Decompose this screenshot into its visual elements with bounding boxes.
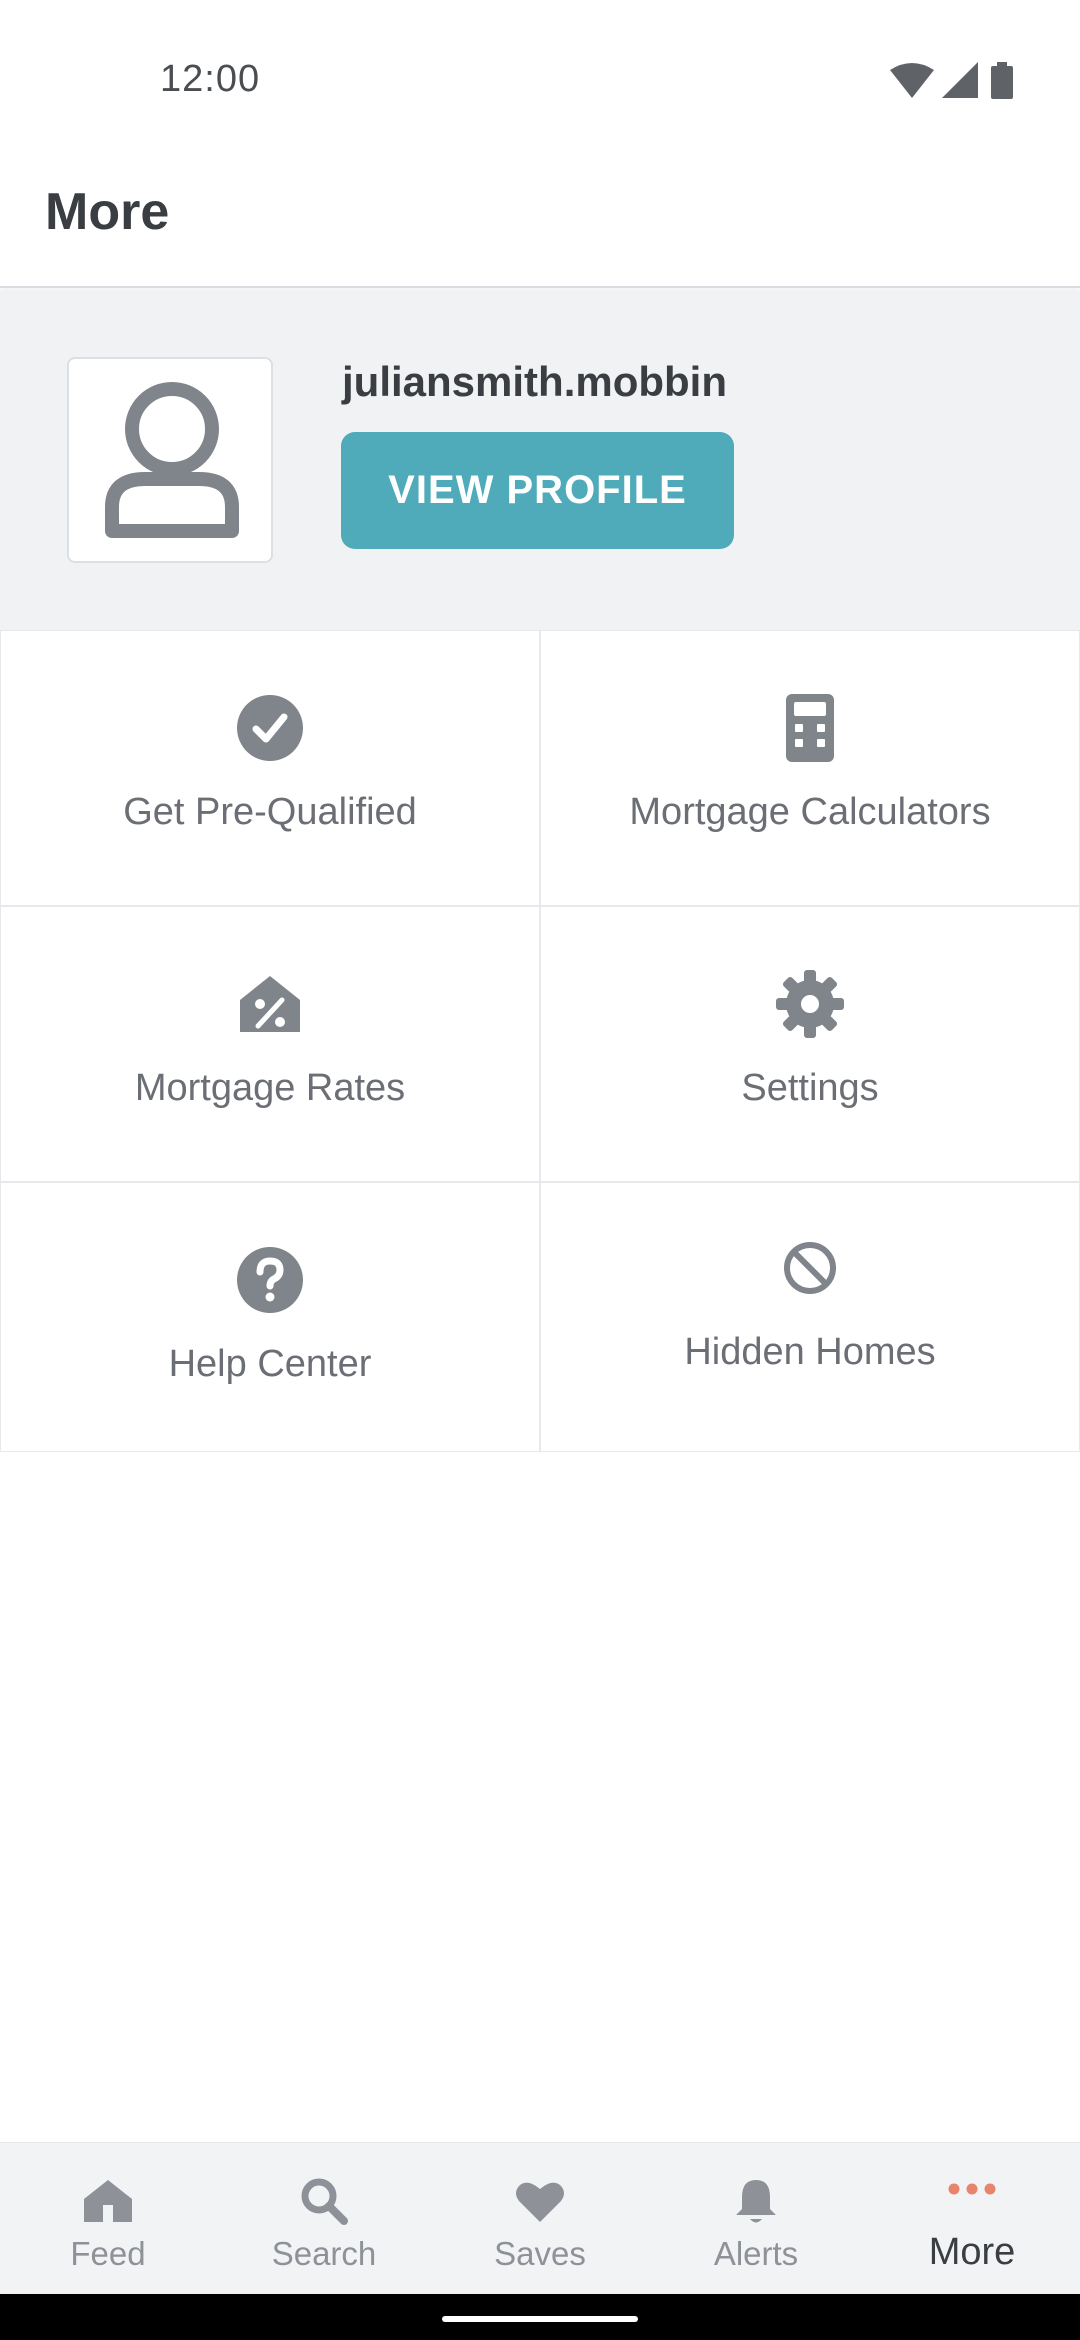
cellular-signal-icon bbox=[942, 62, 978, 105]
page-title: More bbox=[45, 183, 170, 241]
status-time: 12:00 bbox=[160, 58, 261, 100]
more-dots-icon bbox=[947, 2182, 997, 2201]
question-circle-icon bbox=[236, 1246, 304, 1319]
profile-section: juliansmith.mobbin VIEW PROFILE bbox=[0, 290, 1080, 630]
calculator-icon bbox=[786, 693, 834, 767]
app-bar: More bbox=[0, 168, 1080, 288]
heart-icon bbox=[515, 2179, 565, 2228]
status-icons bbox=[890, 62, 1030, 102]
nav-label: Feed bbox=[70, 2235, 146, 2272]
menu-item-label: Mortgage Calculators bbox=[629, 791, 991, 833]
nav-label: Alerts bbox=[713, 2235, 799, 2272]
menu-item-label: Mortgage Rates bbox=[134, 1067, 406, 1109]
menu-item-help-center[interactable]: Help Center bbox=[0, 1182, 540, 1452]
wifi-icon bbox=[890, 62, 934, 105]
system-nav-bar bbox=[0, 2294, 1080, 2340]
nav-item-feed[interactable]: Feed bbox=[0, 2143, 216, 2295]
check-circle-icon bbox=[236, 694, 304, 767]
bell-icon bbox=[734, 2177, 778, 2230]
menu-item-mortgage-calculators[interactable]: Mortgage Calculators bbox=[540, 630, 1080, 906]
username: juliansmith.mobbin bbox=[342, 358, 727, 405]
menu-item-label: Help Center bbox=[168, 1343, 372, 1385]
nav-label: Saves bbox=[494, 2235, 586, 2272]
gear-icon bbox=[776, 969, 844, 1043]
battery-icon bbox=[990, 62, 1014, 105]
status-bar: 12:00 bbox=[0, 0, 1080, 168]
nav-item-alerts[interactable]: Alerts bbox=[648, 2143, 864, 2295]
menu-item-label: Get Pre-Qualified bbox=[123, 791, 417, 833]
home-gesture-handle[interactable] bbox=[442, 2316, 638, 2322]
home-icon bbox=[83, 2179, 133, 2228]
house-percent-icon bbox=[238, 974, 302, 1039]
avatar[interactable] bbox=[67, 357, 273, 563]
bottom-nav: Feed Search Saves Alerts More bbox=[0, 2142, 1080, 2294]
view-profile-button[interactable]: VIEW PROFILE bbox=[341, 432, 734, 549]
nav-label: More bbox=[928, 2231, 1016, 2273]
menu-item-mortgage-rates[interactable]: Mortgage Rates bbox=[0, 906, 540, 1182]
search-icon bbox=[300, 2177, 348, 2230]
menu-item-label: Hidden Homes bbox=[684, 1331, 936, 1373]
nav-label: Search bbox=[271, 2235, 377, 2272]
prohibited-icon bbox=[783, 1241, 837, 1300]
menu-item-label: Settings bbox=[741, 1067, 879, 1109]
nav-item-saves[interactable]: Saves bbox=[432, 2143, 648, 2295]
nav-item-search[interactable]: Search bbox=[216, 2143, 432, 2295]
menu-item-hidden-homes[interactable]: Hidden Homes bbox=[540, 1182, 1080, 1452]
menu-item-settings[interactable]: Settings bbox=[540, 906, 1080, 1182]
nav-item-more[interactable]: More bbox=[864, 2143, 1080, 2295]
menu-item-get-pre-qualified[interactable]: Get Pre-Qualified bbox=[0, 630, 540, 906]
